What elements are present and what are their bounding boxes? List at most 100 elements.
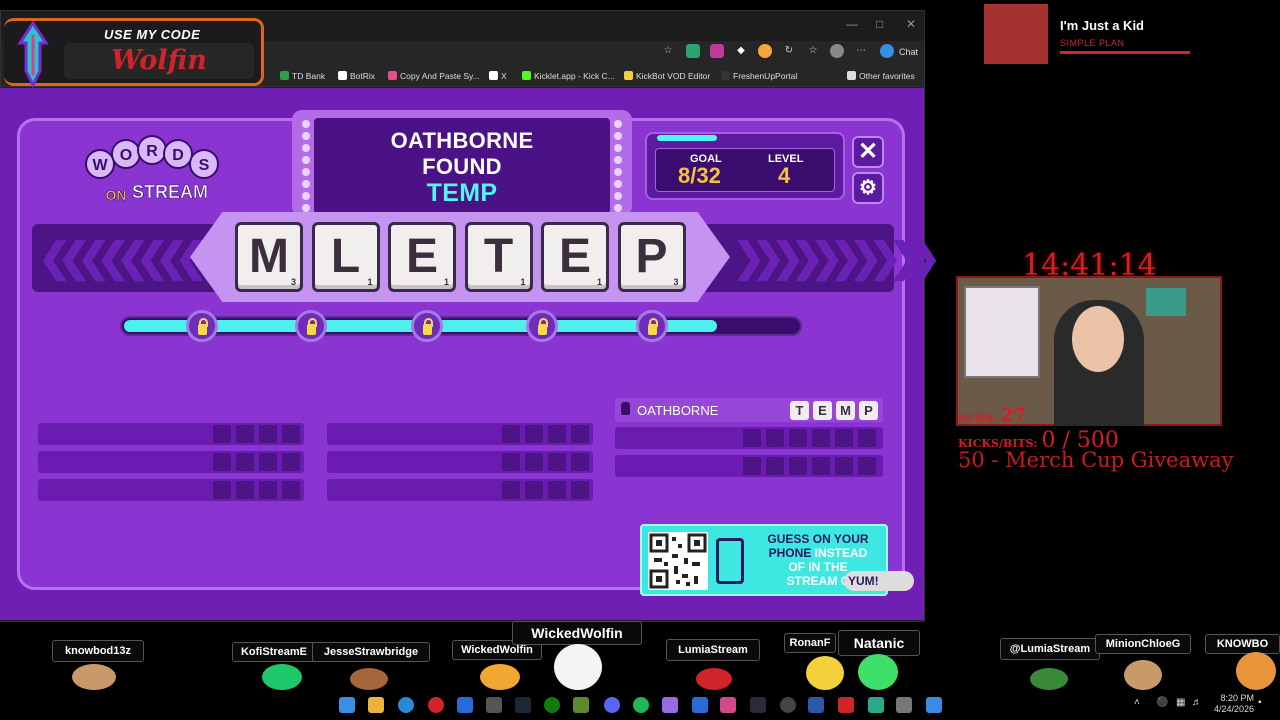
logo-on-text: ON — [106, 187, 127, 203]
close-icon[interactable]: ✕ — [852, 136, 884, 168]
tile-letter: E — [405, 230, 438, 283]
app-icon[interactable] — [662, 697, 678, 713]
favorite-label: X — [501, 71, 507, 81]
tile-letter: P — [635, 230, 668, 283]
extension-icon[interactable] — [686, 44, 700, 58]
favorites-icon[interactable]: ☆ — [806, 44, 820, 58]
favorite-link[interactable]: Copy And Paste Sy... — [388, 71, 480, 81]
letter-tile: E1 — [541, 222, 609, 292]
app-icon[interactable] — [808, 697, 824, 713]
minecraft-icon[interactable] — [573, 697, 589, 713]
favorite-link[interactable]: KickBot VOD Editor — [624, 71, 710, 81]
chatter-name-tag: RonanF — [784, 633, 836, 653]
chatter-name-tag: Natanic — [838, 630, 920, 656]
gear-icon[interactable]: ⚙ — [852, 172, 884, 204]
edge-icon[interactable] — [398, 697, 414, 713]
letter-slot — [789, 429, 807, 447]
favicon-icon — [522, 71, 531, 80]
xbox-icon[interactable] — [544, 697, 560, 713]
notification-icon[interactable]: ▪ — [1258, 697, 1262, 708]
favorite-label: Other favorites — [859, 71, 915, 81]
favorite-label: FreshenUpPortal — [733, 71, 798, 81]
chatter-avatar — [1124, 660, 1162, 690]
extension-icon[interactable] — [710, 44, 724, 58]
wolf-logo-icon — [17, 21, 49, 89]
clock[interactable]: 8:20 PM 4/24/2026 — [1214, 693, 1254, 715]
notepad-icon[interactable] — [926, 697, 942, 713]
vivaldi-icon[interactable] — [428, 697, 444, 713]
tile-score: 1 — [596, 277, 602, 287]
tile-letter: E — [558, 230, 591, 283]
letter-tile: P3 — [617, 222, 686, 292]
spotify-icon[interactable] — [633, 697, 649, 713]
level-value: 4 — [778, 163, 791, 188]
close-window-icon[interactable]: ✕ — [906, 17, 916, 31]
chat-button[interactable]: Chat — [899, 47, 918, 57]
chatter-avatar — [350, 668, 388, 690]
code-label: USE MY CODE — [104, 27, 201, 42]
profile-icon[interactable] — [830, 44, 844, 58]
letter-tile: T1 — [464, 222, 533, 292]
yum-chat-bubble: YUM! — [844, 571, 914, 591]
start-icon[interactable] — [339, 697, 355, 713]
minimize-icon[interactable]: — — [846, 17, 858, 31]
favorite-label: KickBot VOD Editor — [636, 71, 711, 81]
app-icon[interactable] — [457, 697, 473, 713]
screen: { "browser": { "chat_label": "Chat", "fa… — [0, 0, 1280, 720]
favicon-icon — [388, 71, 397, 80]
letter-slot — [259, 481, 277, 499]
app-icon[interactable] — [692, 697, 708, 713]
goal-level-box — [645, 132, 845, 200]
refresh-icon[interactable]: ↻ — [782, 44, 796, 58]
favorite-link[interactable]: Kicklet.app - Kick C... — [522, 71, 615, 81]
letter-slot — [743, 429, 761, 447]
copilot-icon[interactable] — [880, 44, 894, 58]
goal-progress-bar — [657, 135, 717, 141]
favorite-link[interactable]: BotRix — [338, 71, 375, 81]
letter-slot — [789, 457, 807, 475]
svg-text:D: D — [172, 147, 184, 164]
letter-slot — [236, 425, 254, 443]
favicon-icon — [338, 71, 347, 80]
volume-icon[interactable]: ♬ — [1192, 697, 1202, 708]
app-icon[interactable] — [720, 697, 736, 713]
app-icon[interactable] — [750, 697, 766, 713]
chatter-avatar — [554, 644, 602, 690]
tile-score: 1 — [520, 277, 526, 287]
time: 8:20 PM — [1220, 693, 1254, 703]
extension-icon[interactable]: ◆ — [734, 44, 748, 58]
favorite-link[interactable]: TD Bank — [280, 71, 325, 81]
svg-text:W: W — [92, 157, 108, 174]
app-icon[interactable] — [838, 697, 854, 713]
letter-tile: M3 — [235, 222, 303, 292]
letter-slot — [812, 429, 830, 447]
steam-icon[interactable] — [515, 697, 531, 713]
star-icon[interactable]: ☆ — [661, 44, 675, 58]
app-icon[interactable] — [486, 697, 502, 713]
letter-slot — [571, 425, 589, 443]
app-icon[interactable] — [868, 697, 884, 713]
chevron-up-icon[interactable]: ˄ — [1134, 697, 1140, 708]
more-icon[interactable]: ⋯ — [854, 44, 868, 58]
file-explorer-icon[interactable] — [368, 697, 384, 713]
maximize-icon[interactable]: □ — [876, 17, 883, 31]
mic-icon[interactable]: ⚫ — [1156, 697, 1168, 708]
letter-slot — [548, 425, 566, 443]
word-slot-row — [327, 479, 593, 501]
app-icon[interactable] — [780, 697, 796, 713]
found-letter-tile: P — [859, 401, 878, 420]
extension-icon[interactable] — [758, 44, 772, 58]
letter-slot — [835, 457, 853, 475]
chatter-avatar — [696, 668, 732, 690]
discord-icon[interactable] — [604, 697, 620, 713]
song-title: I'm Just a Kid — [1060, 18, 1144, 33]
favorite-link[interactable]: FreshenUpPortal — [721, 71, 797, 81]
letter-slot — [835, 429, 853, 447]
word-slot-row — [327, 451, 593, 473]
favorite-link[interactable]: X — [489, 71, 507, 81]
found-verb: FOUND — [422, 154, 502, 179]
favorite-link[interactable]: Other favorites — [847, 71, 915, 81]
favorite-label: Copy And Paste Sy... — [400, 71, 480, 81]
wifi-icon[interactable]: ▦ — [1176, 697, 1185, 708]
app-icon[interactable] — [896, 697, 912, 713]
